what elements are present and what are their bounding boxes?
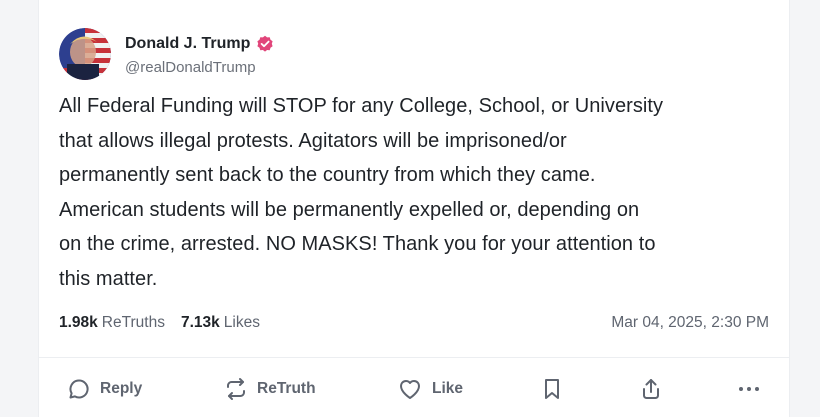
post-card: Donald J. Trump @realDonaldTrump All Fed… [38,0,790,417]
author-name[interactable]: Donald J. Trump [125,35,250,53]
likes-label: Likes [223,314,260,331]
author-handle[interactable]: @realDonaldTrump [125,59,274,76]
heart-icon [397,377,423,401]
retruth-button[interactable]: ReTruth [224,372,316,406]
avatar[interactable] [59,28,111,80]
post-actions: Reply ReTruth Like [39,372,789,406]
post-body-line: permanently sent back to the country fro… [59,164,596,187]
bookmark-icon [541,377,563,401]
post-body-line: American students will be permanently ex… [59,198,640,221]
likes-stat[interactable]: 7.13k Likes [181,314,260,332]
like-button[interactable]: Like [397,372,463,406]
post-author: Donald J. Trump @realDonaldTrump [59,26,274,82]
reply-icon [67,377,91,401]
reply-label: Reply [100,380,143,397]
post-body-line: All Federal Funding will STOP for any Co… [59,95,664,117]
likes-count: 7.13k [180,314,220,331]
retruths-count: 1.98k [59,314,98,331]
retruth-icon [224,377,248,401]
post-body-line: that allows illegal protests. Agitators … [59,129,567,152]
post-timestamp[interactable]: Mar 04, 2025, 2:30 PM [611,314,769,332]
bookmark-button[interactable] [541,372,563,406]
post-body-line: this matter. [59,267,158,290]
post-stats: 1.98k ReTruths 7.13k Likes Mar 04, 2025,… [59,311,769,335]
share-icon [639,377,663,401]
reply-button[interactable]: Reply [67,372,142,406]
more-icon [736,377,762,401]
share-button[interactable] [639,372,663,406]
divider [39,357,789,358]
avatar-image [59,28,111,80]
post-body-line: on the crime, arrested. NO MASKS! Thank … [59,233,656,256]
post-body: All Federal Funding will STOP for any Co… [59,89,775,297]
verified-badge-icon [256,35,274,53]
retruths-label: ReTruths [101,314,165,331]
like-label: Like [432,380,464,397]
retruths-stat[interactable]: 1.98k ReTruths [59,314,165,332]
more-options-button[interactable] [736,372,762,406]
retruth-label: ReTruth [257,380,316,397]
